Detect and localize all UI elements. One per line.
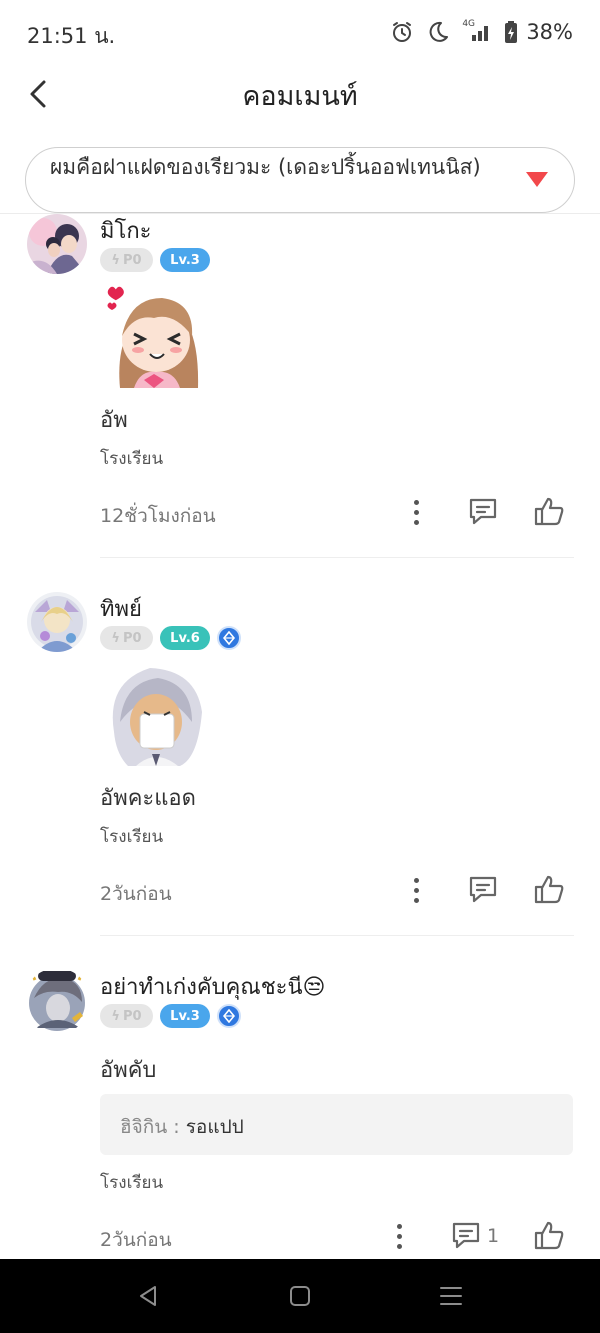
- comment-divider: [100, 557, 574, 558]
- battery-percent: 38%: [526, 20, 573, 44]
- reply-button[interactable]: [467, 495, 501, 529]
- comment-item: มิโกะ ϟ P0 Lv.3 อัพ โรงเรียน 12ชั่วโมงก่อ…: [0, 214, 600, 559]
- battery-icon: [505, 21, 518, 43]
- comment-item: ทิพย์ ϟ P0 Lv.6 อัพคะแอด โรงเรียน 2วันก่อ…: [0, 592, 600, 937]
- series-dropdown[interactable]: ผมคือฝาแฝดของเรียวมะ (เดอะปริ้นออฟเทนนิส…: [25, 147, 575, 213]
- like-button[interactable]: [533, 495, 567, 529]
- square-home-icon: [290, 1286, 310, 1306]
- username[interactable]: มิโกะ: [100, 213, 151, 248]
- comment-time: 12ชั่วโมงก่อน: [100, 505, 216, 527]
- thumbs-up-icon: [534, 875, 564, 904]
- comment-text: อัพคับ: [100, 1058, 157, 1083]
- sticker-image: [100, 662, 210, 772]
- avatar[interactable]: [27, 214, 87, 274]
- thumbs-up-icon: [534, 1221, 564, 1250]
- moon-icon: [429, 21, 449, 42]
- points-value: P0: [123, 252, 142, 268]
- level-badge: Lv.3: [160, 248, 210, 272]
- nav-menu-button[interactable]: [436, 1281, 466, 1311]
- user-badges: ϟ P0 Lv.3: [100, 1004, 241, 1028]
- avatar[interactable]: [27, 592, 87, 652]
- more-options-button[interactable]: [406, 875, 426, 905]
- comment-divider: [100, 935, 574, 936]
- sticker-image: [100, 284, 210, 394]
- avatar[interactable]: [24, 968, 90, 1034]
- comment-tag: โรงเรียน: [100, 449, 164, 469]
- reply-author: ฮิจิกิน :: [120, 1116, 186, 1138]
- triangle-back-icon: [140, 1286, 156, 1306]
- points-badge: ϟ P0: [100, 248, 153, 272]
- comment-time: 2วันก่อน: [100, 1229, 172, 1251]
- reply-preview[interactable]: ฮิจิกิน : รอแปป: [100, 1094, 573, 1155]
- alarm-icon: [393, 22, 412, 42]
- system-nav-bar: [0, 1259, 600, 1333]
- comment-icon: [452, 1222, 480, 1249]
- level-badge: Lv.6: [160, 626, 210, 650]
- reply-text: รอแปป: [185, 1116, 244, 1138]
- thumbs-up-icon: [534, 497, 564, 526]
- bolt-icon: ϟ: [111, 630, 120, 646]
- nav-home-button[interactable]: [285, 1281, 315, 1311]
- bolt-icon: ϟ: [111, 1008, 120, 1024]
- reply-count: 1: [487, 1225, 500, 1247]
- user-badges: ϟ P0 Lv.6: [100, 626, 241, 650]
- nav-back-button[interactable]: [133, 1281, 163, 1311]
- dropdown-arrow-icon: [526, 172, 548, 187]
- username[interactable]: อย่าทำเก่งคับคุณชะนี😒: [100, 969, 325, 1004]
- like-button[interactable]: [533, 1219, 567, 1253]
- points-value: P0: [123, 1008, 142, 1024]
- points-value: P0: [123, 630, 142, 646]
- reply-button[interactable]: [467, 873, 501, 907]
- network-type: 4G: [462, 19, 476, 29]
- comment-text: อัพ: [100, 408, 128, 433]
- like-button[interactable]: [533, 873, 567, 907]
- bolt-icon: ϟ: [111, 252, 120, 268]
- verified-badge-icon: [217, 1004, 241, 1028]
- reply-button[interactable]: [450, 1219, 484, 1253]
- points-badge: ϟ P0: [100, 1004, 153, 1028]
- comment-tag: โรงเรียน: [100, 1173, 164, 1193]
- comment-item: อย่าทำเก่งคับคุณชะนี😒 ϟ P0 Lv.3 อัพคับ ฮิ…: [0, 968, 600, 1259]
- verified-badge-icon: [217, 626, 241, 650]
- comment-icon: [469, 498, 497, 525]
- username[interactable]: ทิพย์: [100, 591, 142, 626]
- signal-icon: 4G: [462, 19, 492, 43]
- user-badges: ϟ P0 Lv.3: [100, 248, 210, 272]
- more-options-button[interactable]: [406, 497, 426, 527]
- points-badge: ϟ P0: [100, 626, 153, 650]
- comment-icon: [469, 876, 497, 903]
- more-options-button[interactable]: [389, 1221, 409, 1251]
- reply-preview-content: ฮิจิกิน : รอแปป: [120, 1112, 244, 1142]
- comment-text: อัพคะแอด: [100, 786, 196, 811]
- level-badge: Lv.3: [160, 1004, 210, 1028]
- series-dropdown-value: ผมคือฝาแฝดของเรียวมะ (เดอะปริ้นออฟเทนนิส…: [50, 155, 481, 179]
- status-time: 21:51 น.: [27, 24, 116, 48]
- status-bar: 21:51 น. 4G 38%: [0, 0, 600, 68]
- page-title: คอมเมนท์: [242, 81, 358, 112]
- menu-lines-icon: [440, 1287, 462, 1305]
- comment-time: 2วันก่อน: [100, 883, 172, 905]
- header: คอมเมนท์: [0, 68, 600, 128]
- status-icons: 4G 38%: [390, 19, 573, 44]
- comment-tag: โรงเรียน: [100, 827, 164, 847]
